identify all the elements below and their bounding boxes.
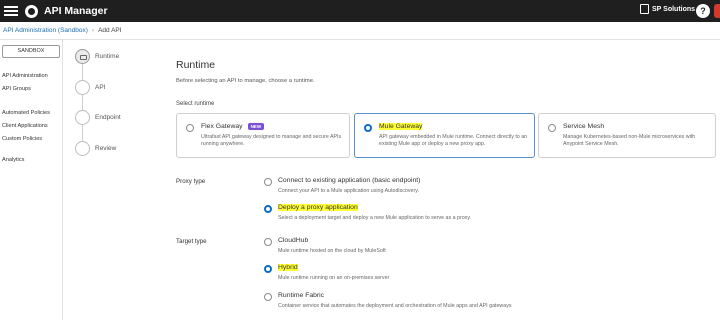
option-desc: Connect your API to a Mule application u… <box>278 188 419 194</box>
nav-item-api-administration[interactable]: API Administration <box>2 73 48 79</box>
runtime-radio[interactable] <box>548 124 556 132</box>
step-runtime[interactable]: Runtime <box>75 49 119 64</box>
cloud-icon <box>75 49 90 64</box>
chevron-right-icon: › <box>91 27 95 34</box>
nav-item-client-applications[interactable]: Client Applications <box>2 123 48 129</box>
intro-text: Before selecting an API to manage, choos… <box>176 78 315 84</box>
runtime-title: Service Mesh <box>563 123 605 130</box>
step-label: Runtime <box>95 53 120 60</box>
step-circle-icon <box>75 110 90 125</box>
wizard-stepper: Runtime API Endpoint Review <box>63 40 164 320</box>
help-icon[interactable]: ? <box>696 4 710 18</box>
option-title: Runtime Fabric <box>278 292 325 299</box>
breadcrumb: API Administration (Sandbox) › Add API <box>0 22 720 40</box>
org-name: SP Solutions <box>652 5 696 13</box>
option-desc: Select a deployment target and deploy a … <box>278 215 472 221</box>
target-radio[interactable] <box>264 293 272 301</box>
runtime-card-mule-gateway[interactable]: Mule Gateway API gateway embedded in Mul… <box>354 113 535 158</box>
building-icon <box>640 4 649 14</box>
proxy-type-label: Proxy type <box>176 178 206 185</box>
step-label: Endpoint <box>95 114 121 121</box>
step-label: API <box>95 84 106 91</box>
runtime-desc: API gateway embedded in Mule runtime. Co… <box>379 134 528 148</box>
step-label: Review <box>95 145 117 152</box>
proxy-radio[interactable] <box>264 205 272 213</box>
runtime-desc: Manage Kubernetes-based non-Mule microse… <box>563 134 696 148</box>
step-api[interactable]: API <box>75 80 105 95</box>
proxy-radio[interactable] <box>264 178 272 186</box>
runtime-card-service-mesh[interactable]: Service Mesh Manage Kubernetes-based non… <box>538 113 716 158</box>
step-circle-icon <box>75 141 90 156</box>
option-title: CloudHub <box>278 237 309 244</box>
runtime-radio[interactable] <box>186 124 194 132</box>
nav-item-automated-policies[interactable]: Automated Policies <box>2 110 50 116</box>
option-title: Connect to existing application (basic e… <box>278 177 421 184</box>
target-radio[interactable] <box>264 265 272 273</box>
target-radio[interactable] <box>264 238 272 246</box>
app-title: API Manager <box>44 5 108 17</box>
top-bar: API Manager SP Solutions ? <box>0 0 720 22</box>
page-title: Runtime <box>176 59 216 71</box>
option-title: Hybrid <box>278 264 298 271</box>
option-title: Deploy a proxy application <box>278 204 358 211</box>
option-desc: Mule runtime hosted on the cloud by Mule… <box>278 248 386 254</box>
runtime-desc: Ultrafast API gateway designed to manage… <box>201 134 342 148</box>
org-switcher[interactable]: SP Solutions <box>640 4 695 14</box>
nav-item-api-groups[interactable]: API Groups <box>2 86 31 92</box>
nav-item-analytics[interactable]: Analytics <box>2 157 24 163</box>
mulesoft-logo[interactable] <box>25 4 38 18</box>
target-type-label: Target type <box>176 238 207 245</box>
breadcrumb-current: Add API <box>98 27 122 34</box>
runtime-title: Flex Gateway <box>201 123 243 130</box>
left-nav: SANDBOX API Administration API Groups Au… <box>0 40 63 320</box>
option-desc: Container service that automates the dep… <box>278 303 512 309</box>
step-circle-icon <box>75 80 90 95</box>
nav-item-custom-policies[interactable]: Custom Policies <box>2 136 42 142</box>
environment-button[interactable]: SANDBOX <box>2 45 60 58</box>
step-review[interactable]: Review <box>75 141 116 156</box>
menu-icon[interactable] <box>4 6 18 16</box>
breadcrumb-parent-link[interactable]: API Administration (Sandbox) <box>3 27 88 34</box>
user-avatar[interactable] <box>714 4 720 18</box>
option-desc: Mule runtime running on an on-premises s… <box>278 275 390 281</box>
step-endpoint[interactable]: Endpoint <box>75 110 121 125</box>
stepper-line <box>82 62 83 152</box>
runtime-title: Mule Gateway <box>379 123 423 130</box>
runtime-radio[interactable] <box>364 124 372 132</box>
main-content: Runtime Before selecting an API to manag… <box>164 40 720 320</box>
runtime-card-flex-gateway[interactable]: Flex Gateway NEW Ultrafast API gateway d… <box>176 113 350 158</box>
select-runtime-label: Select runtime <box>176 101 215 107</box>
new-badge: NEW <box>247 123 265 130</box>
